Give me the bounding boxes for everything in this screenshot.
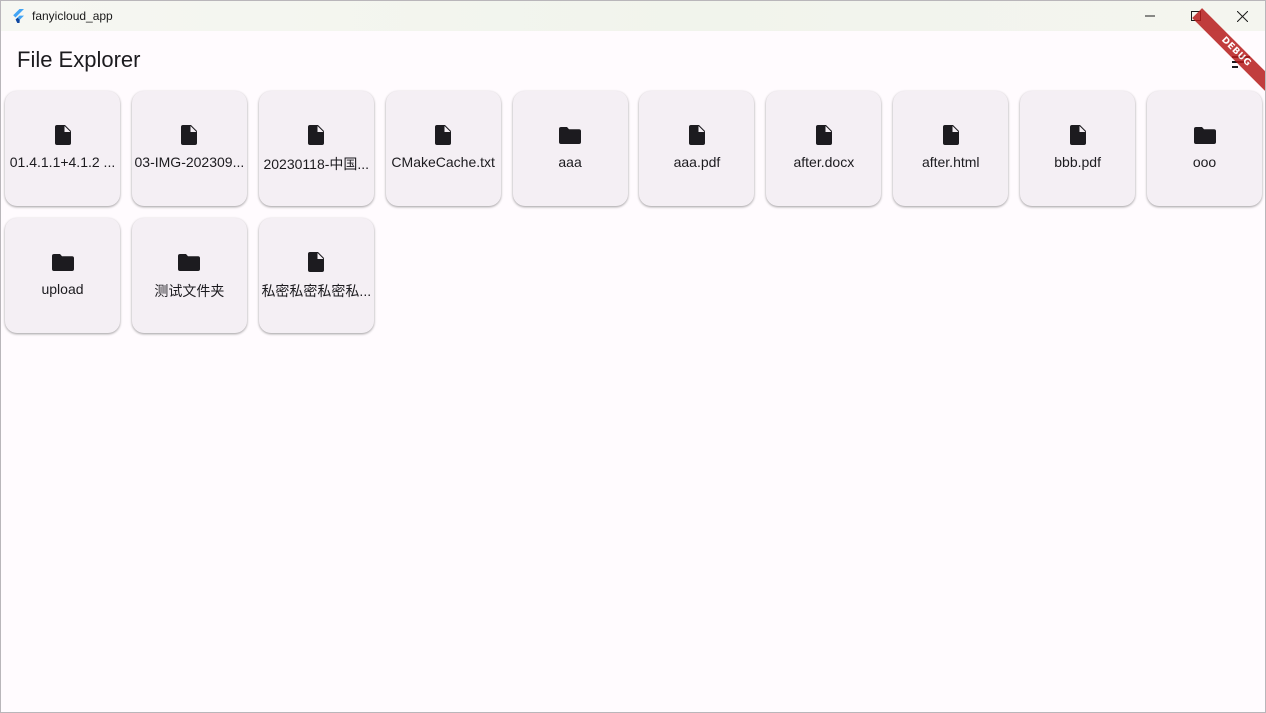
minimize-icon	[1145, 15, 1155, 17]
file-name: upload	[41, 281, 84, 297]
file-name: aaa.pdf	[673, 154, 721, 170]
file-icon	[304, 250, 328, 274]
folder-icon	[51, 253, 74, 271]
file-name: aaa	[558, 154, 582, 170]
file-icon	[54, 125, 71, 145]
folder-icon	[178, 253, 201, 271]
file-grid: 01.4.1.1+4.1.2 ... 03-IMG-202309... 2023…	[5, 91, 1263, 333]
folder-tile[interactable]: ooo	[1147, 91, 1263, 206]
file-name: 私密私密私密私...	[261, 283, 372, 299]
file-name: after.docx	[793, 154, 855, 170]
folder-icon	[558, 123, 582, 147]
file-icon	[812, 123, 836, 147]
app-window: fanyicloud_app File Explorer DEBUG 01.4.…	[0, 0, 1266, 713]
window-title: fanyicloud_app	[32, 9, 113, 23]
file-icon	[51, 123, 75, 147]
file-tile[interactable]: CMakeCache.txt	[385, 91, 501, 206]
app-bar: File Explorer	[1, 31, 1265, 91]
file-tile[interactable]: after.docx	[766, 91, 882, 206]
close-icon	[1236, 10, 1248, 22]
file-icon	[304, 123, 328, 147]
minimize-button[interactable]	[1127, 1, 1173, 31]
file-name: ooo	[1192, 154, 1217, 170]
title-bar[interactable]: fanyicloud_app	[1, 1, 1265, 31]
file-tile[interactable]: 私密私密私密私...	[258, 218, 374, 333]
file-icon	[688, 125, 705, 145]
file-icon	[815, 125, 832, 145]
file-tile[interactable]: bbb.pdf	[1020, 91, 1136, 206]
folder-icon	[1193, 126, 1216, 144]
folder-icon	[1193, 123, 1217, 147]
file-icon	[685, 123, 709, 147]
file-name: 03-IMG-202309...	[134, 154, 245, 170]
file-tile[interactable]: aaa.pdf	[639, 91, 755, 206]
file-icon	[308, 252, 325, 272]
folder-tile[interactable]: aaa	[512, 91, 628, 206]
page-title: File Explorer	[17, 47, 141, 72]
file-name: after.html	[921, 154, 980, 170]
file-icon	[1066, 123, 1090, 147]
folder-icon	[177, 250, 201, 274]
file-icon	[431, 123, 455, 147]
file-name: CMakeCache.txt	[391, 154, 495, 170]
folder-icon	[51, 250, 75, 274]
file-name: bbb.pdf	[1054, 154, 1101, 170]
folder-tile[interactable]: upload	[5, 218, 120, 333]
file-tile[interactable]: after.html	[893, 91, 1009, 206]
file-icon	[942, 125, 959, 145]
close-button[interactable]	[1219, 1, 1265, 31]
file-tile[interactable]: 03-IMG-202309...	[131, 91, 247, 206]
file-icon	[939, 123, 963, 147]
file-icon	[181, 125, 198, 145]
folder-icon	[559, 126, 582, 144]
folder-tile[interactable]: 测试文件夹	[131, 218, 247, 333]
file-icon	[177, 123, 201, 147]
file-icon	[1069, 125, 1086, 145]
file-icon	[308, 125, 325, 145]
file-name: 20230118-中国...	[263, 156, 370, 172]
file-name: 测试文件夹	[154, 283, 225, 299]
file-icon	[435, 125, 452, 145]
file-name: 01.4.1.1+4.1.2 ...	[9, 154, 116, 170]
file-tile[interactable]: 20230118-中国...	[258, 91, 374, 206]
flutter-logo-icon	[13, 9, 24, 23]
file-tile[interactable]: 01.4.1.1+4.1.2 ...	[5, 91, 120, 206]
